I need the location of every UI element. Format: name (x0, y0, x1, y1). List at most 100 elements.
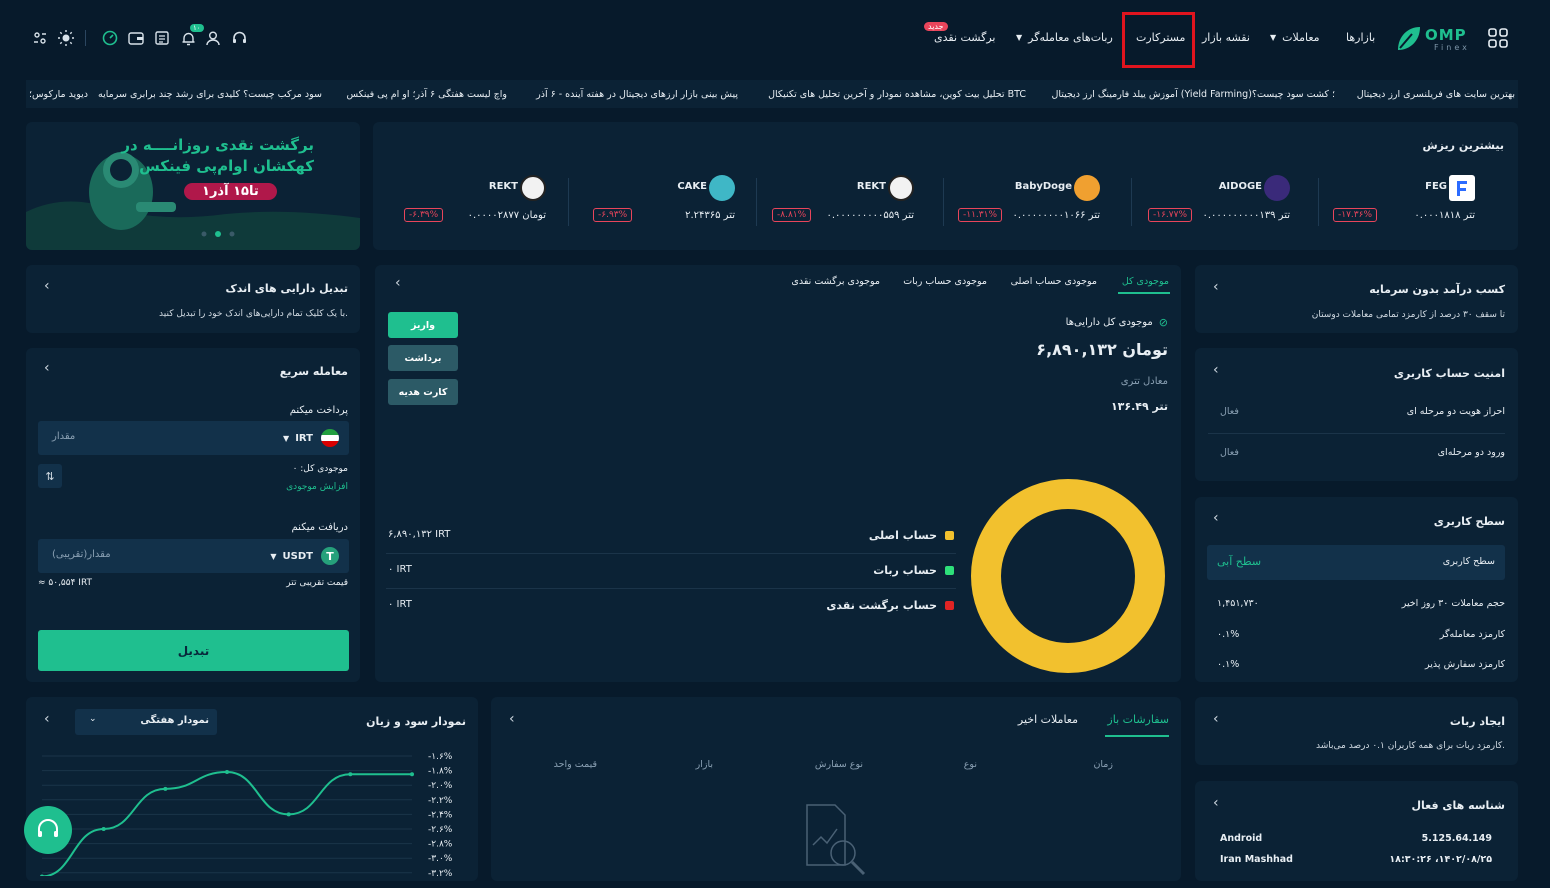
y-tick-label: -۳.۲% (428, 869, 453, 876)
wallet-icon[interactable] (126, 28, 146, 48)
chevron-left-icon[interactable]: ‹ (395, 275, 401, 291)
increase-balance-link[interactable]: افزایش موجودی (286, 482, 348, 492)
chevron-left-icon[interactable]: ‹ (1213, 279, 1219, 295)
nav-markets[interactable]: بازارها (1346, 31, 1375, 44)
create-bot-card[interactable]: ایجاد ربات ‹ کارمزد ربات برای همه کاربرا… (1195, 697, 1518, 765)
deposit-button[interactable]: واریز (388, 312, 458, 338)
nav-cashback[interactable]: برگشت نقدی (934, 31, 996, 44)
brand-leaf-icon (1398, 27, 1420, 50)
tab-recent-trades[interactable]: معاملات اخیر (1018, 713, 1078, 726)
ticker-item[interactable]: واچ لیست هفتگی ۶ آذر؛ او ام پی فینکس (347, 89, 507, 100)
y-tick-label: -۳.۰% (428, 854, 453, 864)
cashback-banner[interactable]: برگشت نقدی روزانــــه در کهکشان اوام‌پی … (26, 122, 360, 250)
swap-icon[interactable]: ⇅ (38, 464, 62, 488)
theme-sun-icon[interactable] (56, 28, 76, 48)
chevron-down-icon: ▼ (270, 551, 277, 561)
brand-logo[interactable]: OMP Finex (1394, 24, 1474, 56)
ticker-item[interactable]: دیوید مارکوس؛ (29, 89, 88, 100)
user-level-box: سطح کاربری سطح آبی (1207, 545, 1505, 580)
nav-trades[interactable]: ▼ معاملات (1270, 31, 1320, 44)
coin-price: ۲.۲۴۳۶۵ تتر (685, 210, 735, 221)
tether-label: معادل تتری (1120, 376, 1168, 387)
receive-input-box[interactable]: مقدار(تقریبی) ▼ USDT T (38, 539, 349, 573)
pnl-series-line (41, 771, 412, 876)
gauge-icon[interactable] (100, 28, 120, 48)
ticker-item[interactable]: تحلیل بیت کوین، مشاهده نمودار و آخرین تح… (768, 89, 1026, 100)
y-tick-label: -۲.۸% (428, 840, 453, 850)
nav-trades-label: معاملات (1282, 31, 1320, 44)
nav-market-map[interactable]: نقشه بازار (1202, 31, 1250, 44)
card-title: معامله سریع (279, 365, 348, 378)
coin-logo-icon (709, 175, 735, 201)
chevron-left-icon[interactable]: ‹ (1213, 362, 1219, 378)
ticker-item[interactable]: سود مرکب چیست؟ کلیدی برای رشد چند برابری… (98, 89, 322, 100)
coin-card[interactable]: REKT ۰.۰۰۰۰۲۸۷۷ تومان -۶.۳۹% (396, 175, 566, 233)
settings-icon[interactable] (30, 28, 50, 48)
quick-trade-panel: معامله سریع ‹ پرداخت میکنم مقدار ▼ IRT ⇅… (26, 348, 360, 682)
coin-card[interactable]: FEG ۰.۰۰۰۱۸۱۸ تتر -۱۷.۳۶% (1325, 175, 1495, 233)
pay-amount-input[interactable]: مقدار (52, 431, 75, 442)
chevron-left-icon[interactable]: ‹ (1213, 795, 1219, 811)
active-sessions-card: شناسه های فعال ‹ Android 5.125.64.149 Ir… (1195, 781, 1518, 881)
convert-button[interactable]: تبدیل (38, 630, 349, 671)
user-icon[interactable] (203, 28, 223, 48)
orders-list-icon[interactable] (152, 28, 172, 48)
chevron-left-icon[interactable]: ‹ (509, 711, 515, 727)
coin-card[interactable]: REKT ۰.۰۰۰۰۰۰۰۰۰۵۵۹ تتر -۸.۸۱% (764, 175, 934, 233)
withdraw-button[interactable]: برداشت (388, 345, 458, 371)
ticker-item[interactable]: بهترین سایت های فریلنسری ارز دیجیتال (1357, 89, 1515, 100)
security-row-label: احراز هویت دو مرحله ای (1406, 406, 1505, 417)
tab-total-balance[interactable]: موجودی کل (1122, 276, 1169, 287)
tab-main-balance[interactable]: موجودی حساب اصلی (1011, 276, 1097, 287)
tab-bot-balance[interactable]: موجودی حساب ربات (903, 276, 987, 287)
eye-off-icon[interactable]: ⊘ (1159, 316, 1168, 329)
chevron-left-icon[interactable]: ‹ (1213, 510, 1219, 526)
user-level-card: سطح کاربری ‹ سطح کاربری سطح آبی حجم معام… (1195, 497, 1518, 682)
apps-grid-icon[interactable] (1488, 28, 1508, 48)
coin-change: -۱۱.۳۱% (958, 208, 1002, 222)
period-select[interactable]: نمودار هفتگی ⌄ (75, 709, 217, 735)
receive-currency-select[interactable]: ▼ USDT T (270, 547, 339, 565)
chevron-left-icon[interactable]: ‹ (1213, 711, 1219, 727)
y-tick-label: -۱.۶% (428, 752, 453, 762)
chevron-left-icon[interactable]: ‹ (44, 360, 50, 376)
support-headset-icon[interactable] (229, 28, 249, 48)
coin-change: -۱۷.۳۶% (1333, 208, 1377, 222)
security-row-status: فعال (1220, 406, 1239, 417)
chevron-left-icon[interactable]: ‹ (44, 711, 50, 727)
tab-cashback-balance[interactable]: موجودی برگشت نقدی (791, 276, 880, 287)
receive-amount-input[interactable]: مقدار(تقریبی) (52, 549, 111, 560)
security-row-status: فعال (1220, 447, 1239, 458)
coin-symbol: REKT (488, 181, 518, 192)
divider (1208, 433, 1505, 434)
coin-change: -۱۶.۷۷% (1148, 208, 1192, 222)
passive-income-card[interactable]: کسب درآمد بدون سرمایه تا سقف ۳۰ درصد از … (1195, 265, 1518, 333)
coin-logo-icon (1074, 175, 1100, 201)
pnl-line-chart: -۱.۶% -۱.۸% -۲.۰% -۲.۲% -۲.۴% -۲.۶% -۲.۸% -۳.۰%… (40, 752, 453, 876)
chevron-left-icon[interactable]: ‹ (44, 278, 50, 294)
pnl-point (348, 772, 353, 777)
tab-open-orders[interactable]: سفارشات باز (1107, 713, 1169, 726)
tab-underline (1118, 292, 1170, 294)
nav-mastercard[interactable]: مسترکارت (1136, 31, 1185, 44)
pay-currency-select[interactable]: ▼ IRT (283, 429, 339, 447)
coin-card[interactable]: CAKE ۲.۲۴۳۶۵ تتر -۶.۹۳% (585, 175, 755, 233)
ticker-item[interactable]: پیش بینی بازار ارزهای دیجیتال در هفته آی… (536, 89, 738, 100)
gift-card-button[interactable]: کارت هدیه (388, 379, 458, 405)
coin-card[interactable]: BabyDoge ۰.۰۰۰۰۰۰۰۰۱۰۶۶ تتر -۱۱.۳۱% (950, 175, 1120, 233)
col-order-type: نوع سفارش (814, 759, 863, 770)
coin-card[interactable]: AIDOGE ۰.۰۰۰۰۰۰۰۰۰۱۳۹ تتر -۱۶.۷۷% (1140, 175, 1310, 233)
banner-line1: برگشت نقدی روزانــــه در (121, 136, 314, 154)
account-name: حساب اصلی (868, 529, 937, 542)
level-row-value: ۱,۴۵۱,۷۳۰ (1217, 598, 1259, 609)
nav-trading-bots[interactable]: ▼ ربات‌های معامله‌گر (1016, 31, 1113, 44)
pnl-title: نمودار سود و زیان (366, 715, 466, 728)
account-value: ۶,۸۹۰,۱۳۲ IRT (388, 529, 451, 540)
small-assets-card[interactable]: تبدیل دارایی های اندک ‹ با یک کلیک تمام … (26, 265, 360, 333)
ticker-item[interactable]: آموزش ییلد فارمینگ ارز دیجیتال (Yield Fa… (1051, 89, 1335, 100)
support-chat-button[interactable] (24, 806, 72, 854)
card-title: تبدیل دارایی های اندک (225, 282, 348, 295)
donut-slice-main (971, 479, 1165, 673)
pay-input-box[interactable]: مقدار ▼ IRT (38, 421, 349, 455)
card-desc: با یک کلیک تمام دارایی‌های اندک خود را ت… (159, 309, 348, 319)
